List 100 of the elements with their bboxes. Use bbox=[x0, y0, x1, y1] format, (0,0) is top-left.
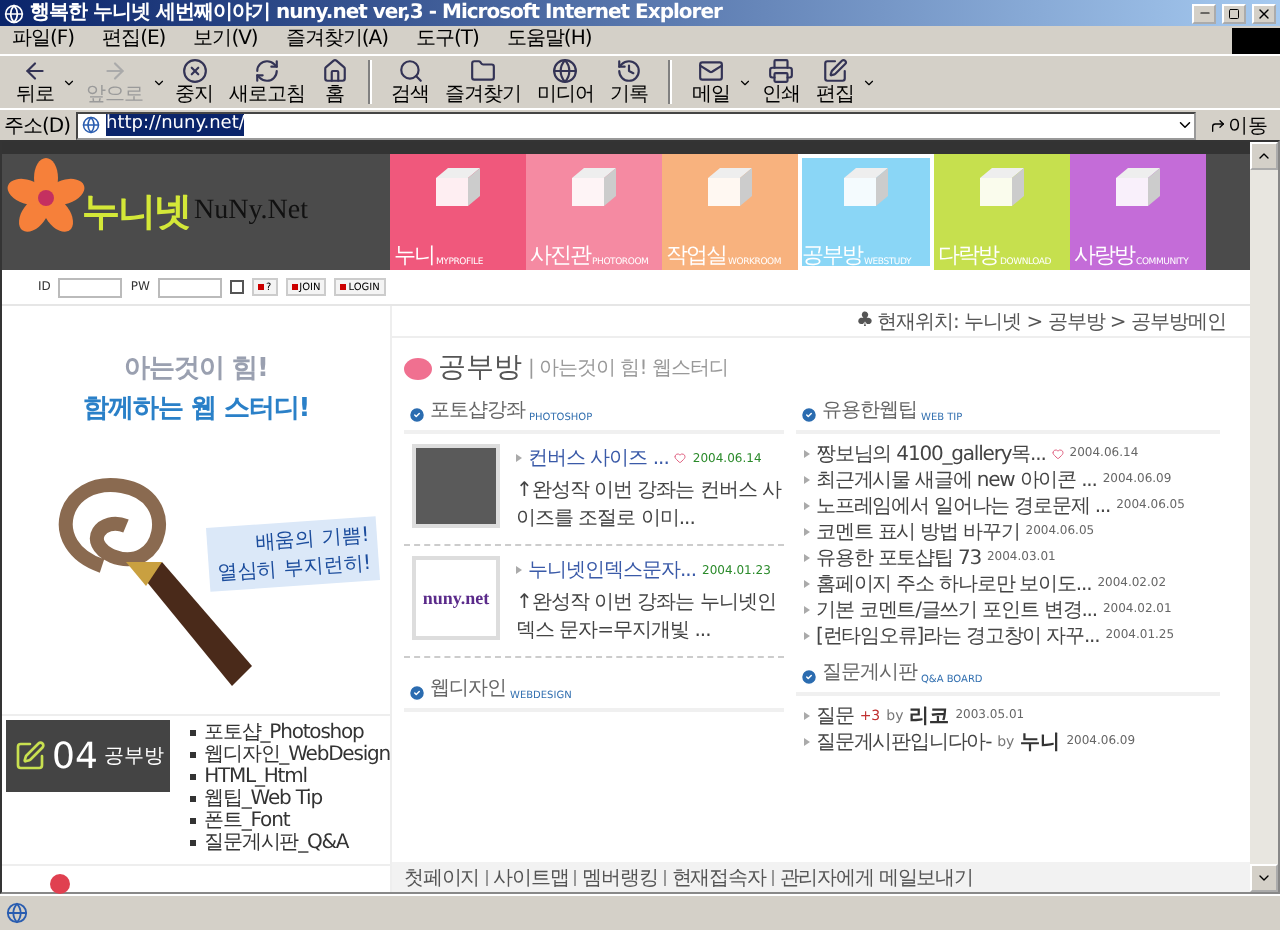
edit-icon bbox=[822, 58, 848, 84]
author-name: 누니 bbox=[1020, 729, 1061, 755]
menu-item[interactable]: 파일(F) bbox=[12, 28, 75, 52]
back-arrow-icon bbox=[22, 58, 48, 84]
remember-checkbox[interactable] bbox=[229, 280, 244, 294]
tip-link[interactable]: 최근게시물 새글에 new 아이콘 ... bbox=[816, 465, 1097, 493]
tip-link[interactable]: 노프레임에서 일어나는 경로문제 ... bbox=[816, 491, 1111, 519]
footer-link[interactable]: 멤버랭킹 bbox=[582, 863, 658, 891]
minimize-icon bbox=[1197, 6, 1211, 20]
banner-headline: 함께하는 웹 스터디! bbox=[82, 392, 310, 426]
printer-icon bbox=[768, 58, 794, 84]
tip-link[interactable]: 홈페이지 주소 하나로만 보이도... bbox=[816, 569, 1092, 597]
close-button[interactable] bbox=[1252, 3, 1276, 23]
tip-link[interactable]: [런타임오류]라는 경고창이 자꾸... bbox=[816, 621, 1100, 649]
tip-link[interactable]: 짱보님의 4100_gallery목... bbox=[816, 439, 1046, 467]
tip-link[interactable]: 코멘트 표시 방법 바꾸기 bbox=[816, 517, 1020, 545]
notebook-pencil-icon bbox=[14, 740, 46, 772]
toolbar-button[interactable]: 새로고침 bbox=[221, 57, 313, 107]
sidebar-link[interactable]: 웹팁_Web Tip bbox=[190, 788, 390, 810]
box-icon bbox=[704, 166, 756, 210]
stop-icon bbox=[181, 58, 207, 84]
post-snippet: ↑완성작 이번 강좌는 누니넷인덱스 문자=무지개빛 ... bbox=[516, 590, 778, 646]
post-title-link[interactable]: 컨버스 사이즈 ... bbox=[528, 444, 669, 472]
box-icon bbox=[1112, 166, 1164, 210]
check-circle-icon bbox=[408, 684, 426, 702]
question-link[interactable]: 질문게시판입니다아- bbox=[816, 727, 992, 755]
close-icon bbox=[1256, 5, 1272, 21]
banner-headline: 아는것이 힘! bbox=[124, 352, 268, 386]
post-title-link[interactable]: 누니넷인덱스문자... bbox=[528, 556, 697, 584]
box-icon bbox=[568, 166, 620, 210]
sidebar-link[interactable]: 질문게시판_Q&A bbox=[190, 832, 390, 854]
search-icon bbox=[397, 58, 423, 84]
page-icon bbox=[6, 902, 28, 924]
scrollbar[interactable] bbox=[1250, 142, 1278, 892]
globe-icon bbox=[552, 58, 579, 84]
menu-item[interactable]: 편집(E) bbox=[102, 28, 166, 52]
dropdown-caret-icon[interactable] bbox=[738, 75, 752, 89]
box-icon bbox=[432, 166, 484, 210]
toolbar-button[interactable]: 중지 bbox=[167, 57, 221, 107]
menu-item[interactable]: 도움말(H) bbox=[506, 28, 592, 52]
dropdown-caret-icon[interactable] bbox=[862, 75, 876, 89]
password-field[interactable] bbox=[157, 277, 222, 297]
section-title: 유용한웹팁 bbox=[822, 398, 917, 424]
folder-icon bbox=[470, 58, 496, 84]
box-icon bbox=[976, 166, 1028, 210]
toolbar-button[interactable]: 검색 bbox=[383, 57, 437, 107]
section-title: 질문게시판 bbox=[822, 660, 917, 686]
menu-item[interactable]: 보기(V) bbox=[193, 28, 258, 52]
tip-link[interactable]: 유용한 포토샵팁 73 bbox=[816, 543, 981, 571]
photo-placeholder bbox=[412, 444, 500, 528]
minimize-button[interactable] bbox=[1192, 3, 1216, 23]
refresh-icon bbox=[254, 58, 280, 84]
check-circle-icon bbox=[800, 406, 818, 424]
toolbar-button[interactable]: 뒤로 bbox=[8, 57, 62, 107]
toolbar-button[interactable]: 편집 bbox=[808, 57, 862, 107]
toolbar-button[interactable]: 즐겨찾기 bbox=[437, 57, 529, 107]
toolbar-button[interactable]: 메일 bbox=[684, 57, 738, 107]
dropdown-caret-icon[interactable] bbox=[62, 75, 76, 89]
logo-text: 누니넷 bbox=[82, 188, 190, 238]
sidebar-link[interactable]: 웹디자인_WebDesign bbox=[190, 744, 390, 766]
tagline-card: 배움의 기쁨! 열심히 부지런히! bbox=[205, 516, 380, 592]
footer-link[interactable]: 관리자에게 메일보내기 bbox=[779, 863, 973, 891]
go-button[interactable]: 이동 bbox=[1202, 111, 1276, 139]
id-field[interactable] bbox=[58, 277, 123, 297]
sidebar-link[interactable]: HTML_Html bbox=[190, 766, 390, 788]
sidebar-link[interactable]: 폰트_Font bbox=[190, 810, 390, 832]
clover-icon: ♣ bbox=[856, 310, 873, 332]
menu-item[interactable]: 즐겨찾기(A) bbox=[285, 28, 388, 52]
home-icon bbox=[321, 58, 347, 84]
maximize-button[interactable] bbox=[1222, 3, 1246, 23]
check-circle-icon bbox=[408, 406, 426, 424]
question-link[interactable]: 질문 bbox=[816, 701, 854, 729]
sidebar-link[interactable]: 포토샵_Photoshop bbox=[190, 722, 390, 744]
footer-link[interactable]: 첫페이지 bbox=[404, 863, 480, 891]
page-subtitle: | 아는것이 힘! 웹스터디 bbox=[528, 356, 728, 382]
section-title: 포토샵강좌 bbox=[430, 398, 525, 424]
history-clock-icon bbox=[616, 58, 642, 84]
window-title: 행복한 누니넷 세번째이야기 nuny.net ver,3 - Microsoft Internet Explorer bbox=[30, 0, 725, 26]
dropdown-caret-icon[interactable] bbox=[1176, 116, 1194, 134]
page-icon bbox=[82, 116, 101, 134]
box-icon bbox=[840, 166, 892, 210]
toolbar-button[interactable]: 기록 bbox=[602, 57, 656, 107]
page-title: 공부방 bbox=[438, 350, 522, 386]
logo-text: NuNy.Net bbox=[194, 196, 309, 228]
arrow-icon bbox=[1210, 117, 1226, 133]
breadcrumb: 현재위치: 누니넷 > 공부방 > 공부방메인 bbox=[876, 309, 1226, 335]
toolbar-button[interactable]: 미디어 bbox=[529, 57, 602, 107]
browser-icon bbox=[4, 3, 24, 23]
toolbar-button[interactable]: 인쇄 bbox=[754, 57, 808, 107]
toolbar-button[interactable]: 홈 bbox=[313, 57, 355, 107]
menu-item[interactable]: 도구(T) bbox=[416, 28, 479, 52]
tip-link[interactable]: 기본 코멘트/글쓰기 포인트 변경... bbox=[816, 595, 1097, 623]
check-circle-icon bbox=[800, 668, 818, 686]
footer-link[interactable]: 현재접속자 bbox=[671, 863, 766, 891]
post-snippet: ↑완성작 이번 강좌는 컨버스 사이즈를 조절로 이미... bbox=[516, 478, 784, 534]
forward-arrow-icon bbox=[101, 58, 128, 84]
address-field[interactable]: http://nuny.net/ bbox=[76, 111, 1196, 139]
footer-link[interactable]: 사이트맵 bbox=[493, 863, 569, 891]
mail-icon bbox=[698, 58, 724, 84]
section-title: 웹디자인 bbox=[430, 676, 506, 702]
